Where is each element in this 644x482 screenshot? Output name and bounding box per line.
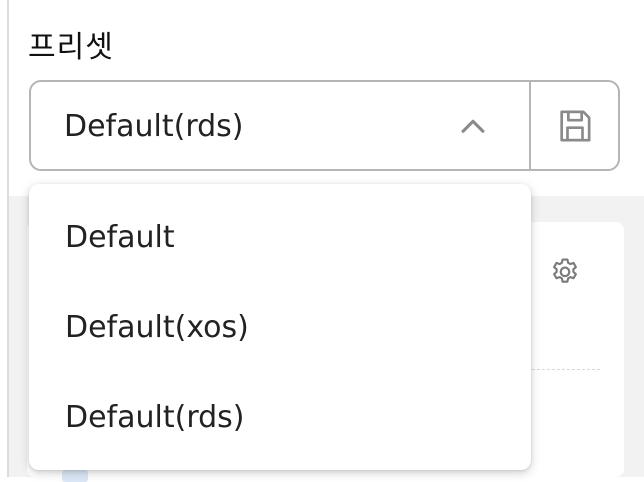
preset-select[interactable]: Default(rds) — [29, 80, 620, 171]
preset-selected-value: Default(rds) — [64, 109, 244, 144]
gear-icon[interactable] — [548, 255, 582, 289]
preset-option-default-xos[interactable]: Default(xos) — [29, 282, 531, 372]
checkbox[interactable] — [62, 470, 88, 482]
preset-dropdown-menu: Default Default(xos) Default(rds) — [29, 184, 531, 470]
preset-option-default[interactable]: Default — [29, 192, 531, 282]
save-preset-button[interactable] — [531, 82, 618, 169]
save-icon — [559, 110, 590, 142]
preset-option-default-rds[interactable]: Default(rds) — [29, 372, 531, 462]
chevron-up-icon[interactable] — [456, 110, 490, 144]
preset-label: 프리셋 — [28, 30, 114, 65]
